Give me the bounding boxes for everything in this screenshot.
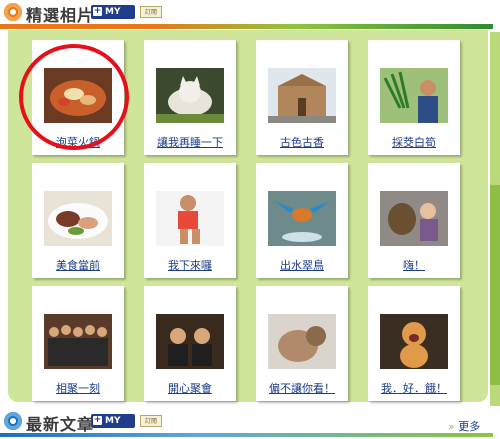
section-title: 最新文章 [26,415,95,434]
food-photo-icon [44,68,112,123]
photo-card[interactable]: 出水翠鳥 [256,163,348,278]
dog-photo-icon [380,191,448,246]
section-bullet-icon [4,412,22,430]
photo-card[interactable]: 讓我再睡一下 [144,40,236,155]
cat-photo-icon [156,68,224,123]
photo-caption-link[interactable]: 我下來囉 [144,257,236,273]
photo-card[interactable]: 開心聚會 [144,286,236,401]
photo-caption-link[interactable]: 古色古香 [256,134,348,150]
photo-card[interactable]: 古色古香 [256,40,348,155]
right-border [490,0,500,439]
photo-caption-link[interactable]: 採茭白筍 [368,134,460,150]
bird-photo-icon [268,191,336,246]
add-to-myyahoo-button[interactable]: MY [91,5,135,19]
photo-caption-link[interactable]: 嗨！ [368,257,460,273]
header-divider [0,24,493,29]
cat-photo-icon [268,314,336,369]
photo-caption-link[interactable]: 泡菜火鍋 [32,134,124,150]
photo-caption-link[interactable]: 讓我再睡一下 [144,134,236,150]
more-link[interactable]: 更多 [448,418,480,434]
photo-caption-link[interactable]: 我．好．餓！ [368,380,460,396]
footer-divider [0,433,493,437]
food-photo-icon [44,191,112,246]
add-to-myyahoo-button[interactable]: MY [91,414,135,428]
party-photo-icon [156,314,224,369]
building-photo-icon [268,68,336,123]
photo-caption-link[interactable]: 相聚一刻 [32,380,124,396]
photo-card[interactable]: 泡菜火鍋 [32,40,124,155]
photo-caption-link[interactable]: 偏不讓你看！ [256,380,348,396]
child-photo-icon [156,191,224,246]
person-photo-icon [380,68,448,123]
photo-caption-link[interactable]: 出水翠鳥 [256,257,348,273]
section-bullet-icon [4,3,22,21]
photo-caption-link[interactable]: 開心聚會 [144,380,236,396]
photo-card[interactable]: 嗨！ [368,163,460,278]
section-title: 精選相片 [26,6,95,25]
group-photo-icon [44,314,112,369]
latest-articles-header: 最新文章 MY 訂閱 更多 [0,406,500,439]
cat-photo-icon [380,314,448,369]
photo-card[interactable]: 採茭白筍 [368,40,460,155]
featured-photos-header: 精選相片 MY 訂閱 [0,0,500,32]
photo-card[interactable]: 偏不讓你看！ [256,286,348,401]
photo-card[interactable]: 我下來囉 [144,163,236,278]
photo-card[interactable]: 美食當前 [32,163,124,278]
photo-card[interactable]: 相聚一刻 [32,286,124,401]
subscribe-badge[interactable]: 訂閱 [140,6,162,18]
subscribe-badge[interactable]: 訂閱 [140,415,162,427]
photo-card[interactable]: 我．好．餓！ [368,286,460,401]
photo-caption-link[interactable]: 美食當前 [32,257,124,273]
